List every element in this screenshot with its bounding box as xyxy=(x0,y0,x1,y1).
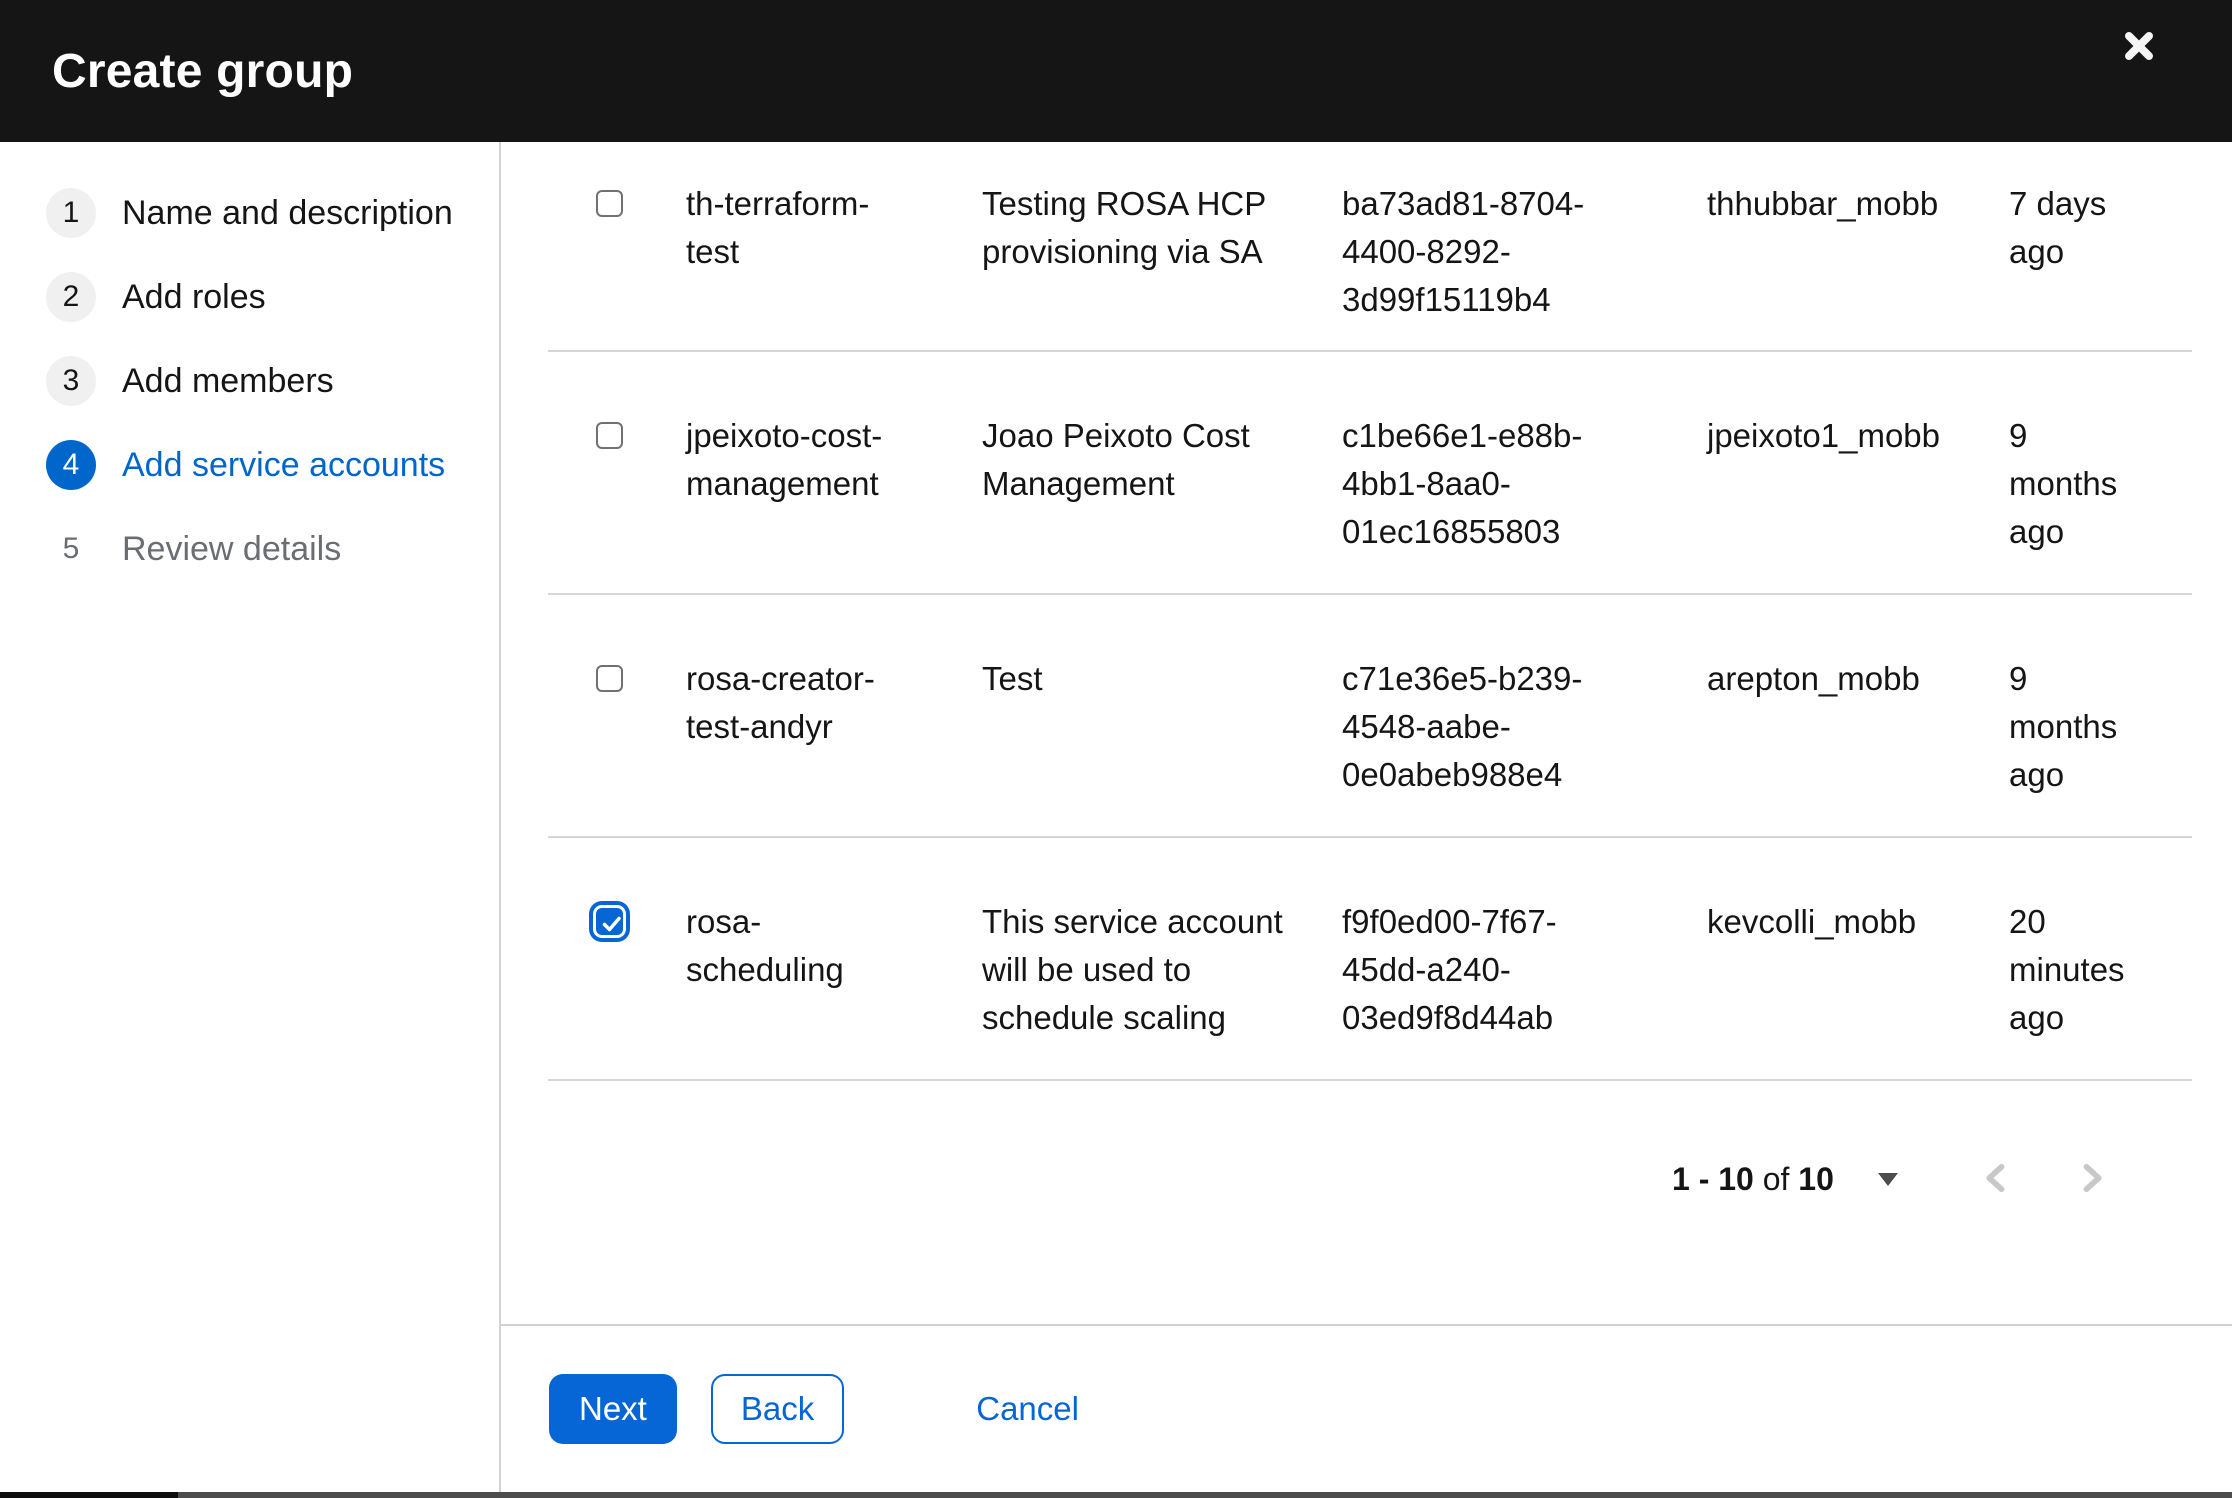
wizard-steps-sidebar: 1 Name and description 2 Add roles 3 Add… xyxy=(0,142,501,1492)
row-checkbox[interactable] xyxy=(596,908,623,935)
step-5-label: Review details xyxy=(122,529,342,568)
cell-name: rosa-scheduling xyxy=(686,903,844,988)
pagination-range-values: 1 - 10 xyxy=(1672,1160,1754,1197)
cell-time-created: 9 months ago xyxy=(2009,417,2118,550)
caret-down-icon xyxy=(1877,1172,1898,1186)
pagination-next-button[interactable] xyxy=(2070,1157,2114,1201)
close-icon xyxy=(2120,27,2158,68)
cell-time-created: 7 days ago xyxy=(2009,185,2107,270)
close-button[interactable] xyxy=(2110,18,2168,76)
cell-time-created: 9 months ago xyxy=(2009,660,2118,793)
steps-list: 1 Name and description 2 Add roles 3 Add… xyxy=(0,142,499,574)
pagination-prev-button[interactable] xyxy=(1974,1157,2018,1201)
cell-client-id: c1be66e1-e88b-4bb1-8aa0-01ec16855803 xyxy=(1342,417,1583,550)
table-row: jpeixoto-cost-management Joao Peixoto Co… xyxy=(548,352,2192,595)
table-row: rosa-scheduling This service account wil… xyxy=(548,838,2192,1081)
cell-name: th-terraform-test xyxy=(686,185,870,270)
create-group-wizard: Create group 1 Name and description 2 Ad… xyxy=(0,0,2232,1498)
cell-client-id: f9f0ed00-7f67-45dd-a240-03ed9f8d44ab xyxy=(1342,903,1557,1036)
row-checkbox[interactable] xyxy=(596,665,623,692)
chevron-right-icon xyxy=(2074,1160,2110,1199)
chevron-left-icon xyxy=(1978,1160,2014,1199)
cell-owner: jpeixoto1_mobb xyxy=(1707,417,1940,454)
step-add-roles[interactable]: 2 Add roles xyxy=(0,272,499,322)
step-2-number: 2 xyxy=(46,272,96,322)
pagination-of-label: of xyxy=(1753,1160,1799,1197)
step-3-label: Add members xyxy=(122,361,334,400)
cell-description: This service account will be used to sch… xyxy=(982,903,1283,1036)
step-name-and-description[interactable]: 1 Name and description xyxy=(0,188,499,238)
step-add-members[interactable]: 3 Add members xyxy=(0,356,499,406)
step-1-label: Name and description xyxy=(122,193,453,232)
cell-name: jpeixoto-cost-management xyxy=(686,417,883,502)
step-5-number: 5 xyxy=(62,532,80,565)
pagination-per-page-toggle[interactable] xyxy=(1868,1159,1908,1199)
window-bottom-edge xyxy=(0,1492,2232,1498)
modal-header: Create group xyxy=(0,0,2232,142)
cell-owner: thhubbar_mobb xyxy=(1707,185,1939,222)
step-2-label: Add roles xyxy=(122,277,266,316)
table-row: rosa-creator-test-andyr Test c71e36e5-b2… xyxy=(548,595,2192,838)
service-accounts-table: th-terraform-test Testing ROSA HCP provi… xyxy=(548,142,2192,1081)
row-checkbox[interactable] xyxy=(596,190,623,217)
table-row: th-terraform-test Testing ROSA HCP provi… xyxy=(548,142,2192,352)
step-add-service-accounts[interactable]: 4 Add service accounts xyxy=(0,440,499,490)
cell-owner: kevcolli_mobb xyxy=(1707,903,1917,940)
step-4-number: 4 xyxy=(46,440,96,490)
next-button[interactable]: Next xyxy=(549,1374,677,1444)
step-4-label: Add service accounts xyxy=(122,445,446,484)
cell-checkbox xyxy=(548,655,686,836)
window-bottom-edge-dark-segment xyxy=(0,1492,178,1498)
step-3-number: 3 xyxy=(46,356,96,406)
cell-checkbox xyxy=(548,412,686,593)
back-button[interactable]: Back xyxy=(710,1374,845,1444)
pagination: 1 - 10 of 10 xyxy=(1672,1156,2114,1202)
cell-description: Test xyxy=(982,660,1043,697)
step-1-number: 1 xyxy=(46,188,96,238)
cell-name: rosa-creator-test-andyr xyxy=(686,660,875,745)
cell-description: Joao Peixoto Cost Management xyxy=(982,417,1250,502)
step-review-details[interactable]: 5 Review details xyxy=(0,524,499,574)
cell-checkbox xyxy=(548,898,686,1079)
pagination-total: 10 xyxy=(1798,1160,1834,1197)
row-checkbox[interactable] xyxy=(596,422,623,449)
page-title: Create group xyxy=(52,44,354,98)
cell-time-created: 20 minutes ago xyxy=(2009,903,2125,1036)
pagination-range: 1 - 10 of 10 xyxy=(1672,1161,1834,1198)
cell-client-id: c71e36e5-b239-4548-aabe-0e0abeb988e4 xyxy=(1342,660,1583,793)
cell-owner: arepton_mobb xyxy=(1707,660,1920,697)
cancel-button[interactable]: Cancel xyxy=(976,1374,1079,1444)
wizard-footer: Next Back Cancel xyxy=(501,1324,2232,1492)
cell-description: Testing ROSA HCP provisioning via SA xyxy=(982,185,1266,270)
cell-checkbox xyxy=(548,180,686,350)
cell-client-id: ba73ad81-8704-4400-8292-3d99f15119b4 xyxy=(1342,185,1585,318)
